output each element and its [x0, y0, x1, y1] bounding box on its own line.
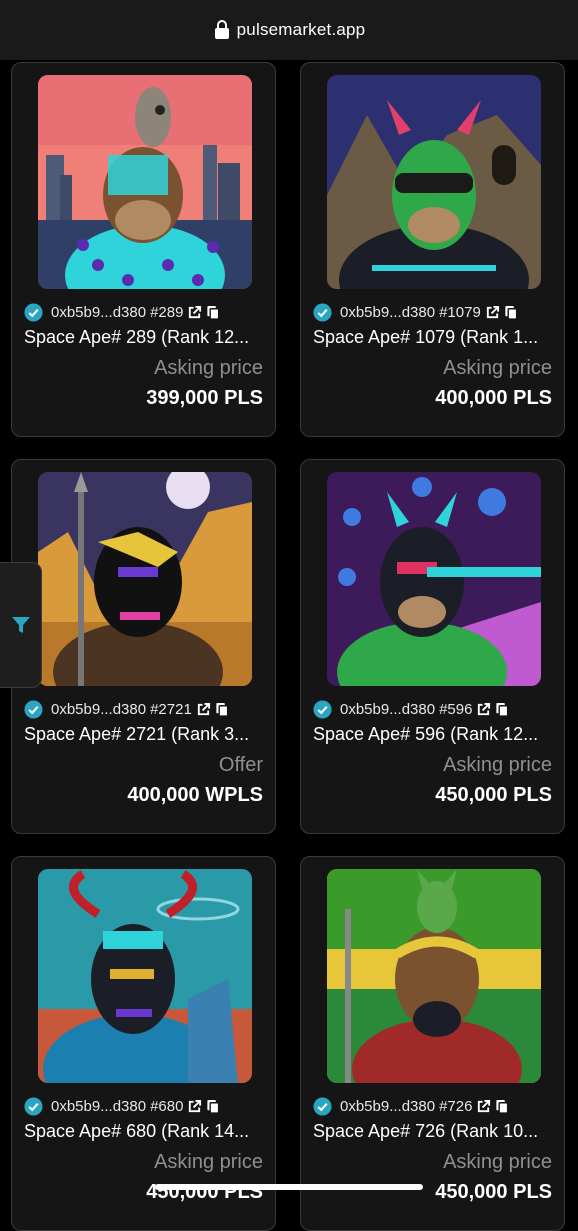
verified-badge-icon [24, 302, 43, 322]
filter-button[interactable] [0, 562, 42, 688]
price-value: 400,000 PLS [435, 387, 552, 409]
copy-icon[interactable] [215, 702, 229, 717]
ape-artwork-1079 [327, 75, 541, 289]
nft-image[interactable] [38, 75, 252, 289]
browser-url-bar[interactable]: pulsemarket.app [0, 0, 578, 60]
home-indicator[interactable] [155, 1184, 423, 1190]
contract-address[interactable]: 0xb5b9...d380 [51, 304, 146, 321]
collection-meta: 0xb5b9...d380 #1079 [313, 301, 558, 323]
collection-meta: 0xb5b9...d380 #680 [24, 1095, 269, 1117]
external-link-icon[interactable] [187, 305, 202, 320]
copy-icon[interactable] [495, 1099, 509, 1114]
contract-address[interactable]: 0xb5b9...d380 [51, 701, 146, 718]
external-link-icon[interactable] [485, 305, 500, 320]
nft-image[interactable] [38, 869, 252, 1083]
token-id: #596 [439, 700, 473, 718]
ape-artwork-726 [327, 869, 541, 1083]
price-value: 400,000 WPLS [127, 784, 263, 806]
ape-artwork-2721 [38, 472, 252, 686]
collection-meta: 0xb5b9...d380 #596 [313, 698, 558, 720]
token-id: #680 [150, 1097, 184, 1115]
collection-meta: 0xb5b9...d380 #2721 [24, 698, 269, 720]
verified-badge-icon [24, 1096, 43, 1116]
nft-name[interactable]: Space Ape# 596 (Rank 12... [313, 724, 558, 745]
copy-icon[interactable] [206, 305, 220, 320]
external-link-icon[interactable] [476, 702, 491, 717]
nft-image[interactable] [327, 869, 541, 1083]
nft-card[interactable]: 0xb5b9...d380 #726 Space Ape# 726 (Rank … [300, 856, 565, 1231]
collection-meta: 0xb5b9...d380 #726 [313, 1095, 558, 1117]
price-label: Offer [218, 754, 263, 776]
ape-artwork-289 [38, 75, 252, 289]
copy-icon[interactable] [206, 1099, 220, 1114]
verified-badge-icon [313, 699, 332, 719]
nft-image[interactable] [327, 472, 541, 686]
price-label: Asking price [443, 357, 552, 379]
price-label: Asking price [443, 754, 552, 776]
price-value: 399,000 PLS [146, 387, 263, 409]
nft-card[interactable]: 0xb5b9...d380 #1079 Space Ape# 1079 (Ran… [300, 62, 565, 437]
nft-card[interactable]: 0xb5b9...d380 #596 Space Ape# 596 (Rank … [300, 459, 565, 834]
nft-image[interactable] [38, 472, 252, 686]
nft-card[interactable]: 0xb5b9...d380 #2721 Space Ape# 2721 (Ran… [11, 459, 276, 834]
external-link-icon[interactable] [196, 702, 211, 717]
contract-address[interactable]: 0xb5b9...d380 [340, 1098, 435, 1115]
contract-address[interactable]: 0xb5b9...d380 [51, 1098, 146, 1115]
token-id: #1079 [439, 303, 481, 321]
nft-card[interactable]: 0xb5b9...d380 #289 Space Ape# 289 (Rank … [11, 62, 276, 437]
ape-artwork-680 [38, 869, 252, 1083]
external-link-icon[interactable] [187, 1099, 202, 1114]
token-id: #289 [150, 303, 184, 321]
ape-artwork-596 [327, 472, 541, 686]
external-link-icon[interactable] [476, 1099, 491, 1114]
collection-meta: 0xb5b9...d380 #289 [24, 301, 269, 323]
nft-name[interactable]: Space Ape# 289 (Rank 12... [24, 327, 269, 348]
verified-badge-icon [313, 302, 332, 322]
verified-badge-icon [313, 1096, 332, 1116]
price-label: Asking price [154, 1151, 263, 1173]
price-value: 450,000 PLS [435, 1181, 552, 1203]
price-label: Asking price [443, 1151, 552, 1173]
nft-name[interactable]: Space Ape# 726 (Rank 10... [313, 1121, 558, 1142]
filter-icon [11, 617, 30, 633]
price-label: Asking price [154, 357, 263, 379]
nft-name[interactable]: Space Ape# 1079 (Rank 1... [313, 327, 558, 348]
copy-icon[interactable] [495, 702, 509, 717]
nft-image[interactable] [327, 75, 541, 289]
token-id: #726 [439, 1097, 473, 1115]
token-id: #2721 [150, 700, 192, 718]
contract-address[interactable]: 0xb5b9...d380 [340, 304, 435, 321]
nft-name[interactable]: Space Ape# 680 (Rank 14... [24, 1121, 269, 1142]
copy-icon[interactable] [504, 305, 518, 320]
contract-address[interactable]: 0xb5b9...d380 [340, 701, 435, 718]
nft-card[interactable]: 0xb5b9...d380 #680 Space Ape# 680 (Rank … [11, 856, 276, 1231]
lock-icon [214, 20, 229, 39]
nft-name[interactable]: Space Ape# 2721 (Rank 3... [24, 724, 269, 745]
verified-badge-icon [24, 699, 43, 719]
browser-domain: pulsemarket.app [236, 20, 366, 39]
nft-grid: 0xb5b9...d380 #289 Space Ape# 289 (Rank … [0, 60, 578, 1231]
price-value: 450,000 PLS [435, 784, 552, 806]
